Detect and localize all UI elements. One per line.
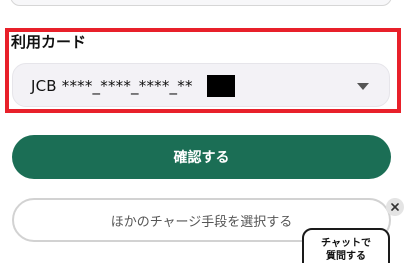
chat-widget-button[interactable]: チャットで 質問する xyxy=(302,228,390,263)
charge-screen: 利用カード JCB ****_****_****_** 確認する ほかのチャージ… xyxy=(0,0,407,263)
confirm-button[interactable]: 確認する xyxy=(12,135,391,179)
card-select-value: JCB ****_****_****_** xyxy=(31,77,193,95)
chat-label-line2: 質問する xyxy=(326,251,366,262)
card-select[interactable]: JCB ****_****_****_** xyxy=(12,63,390,107)
previous-input-field[interactable] xyxy=(10,0,392,6)
close-icon xyxy=(391,203,399,211)
chat-label-line1: チャットで xyxy=(321,238,371,249)
chevron-down-icon xyxy=(357,83,369,90)
card-section-label: 利用カード xyxy=(11,33,87,51)
chat-close-button[interactable] xyxy=(386,198,404,216)
redaction-mask xyxy=(207,75,235,97)
